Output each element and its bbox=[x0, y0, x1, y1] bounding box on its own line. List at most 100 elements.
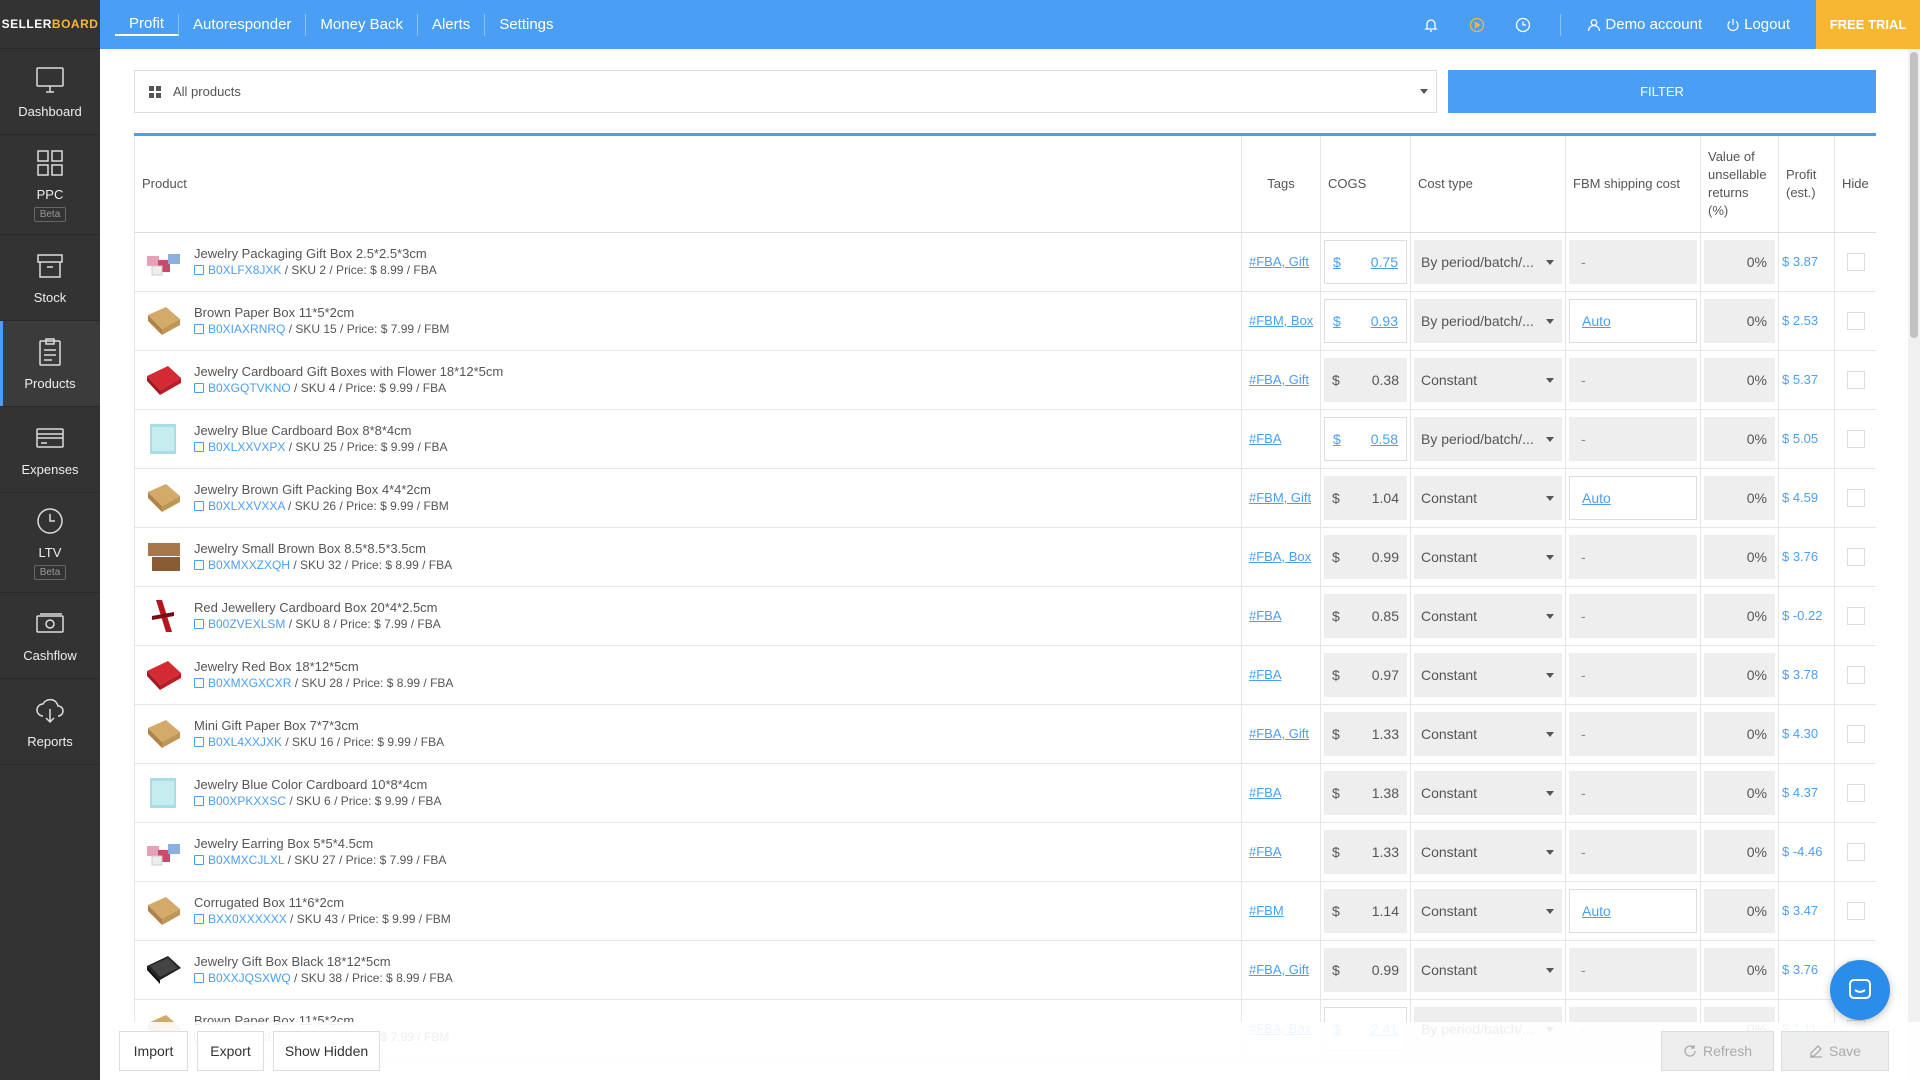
profit-value[interactable]: $ 3.47 bbox=[1778, 881, 1835, 941]
col-unsellable[interactable]: Value of unsellable returns (%) bbox=[1700, 136, 1779, 233]
copy-icon[interactable] bbox=[194, 500, 204, 511]
cost-type-select[interactable]: Constant bbox=[1414, 475, 1562, 520]
cost-type-select[interactable]: Constant bbox=[1414, 593, 1562, 638]
tags-link[interactable]: #FBM, Gift bbox=[1245, 490, 1311, 505]
asin-link[interactable]: B0XMXCJLXL bbox=[208, 853, 284, 867]
product-thumbnail[interactable] bbox=[144, 301, 184, 341]
export-button[interactable]: Export bbox=[197, 1031, 264, 1071]
col-fbm-shipping[interactable]: FBM shipping cost bbox=[1565, 136, 1701, 233]
fbm-shipping-field[interactable]: Auto bbox=[1569, 475, 1697, 520]
unsellable-field[interactable]: 0% bbox=[1704, 475, 1775, 520]
asin-link[interactable]: B0XLFX8JXK bbox=[208, 263, 281, 277]
product-thumbnail[interactable] bbox=[144, 714, 184, 754]
video-button[interactable] bbox=[1454, 0, 1500, 49]
fbm-shipping-field[interactable]: - bbox=[1569, 593, 1697, 638]
cost-type-select[interactable]: Constant bbox=[1414, 770, 1562, 815]
cost-type-select[interactable]: Constant bbox=[1414, 947, 1562, 992]
hide-checkbox[interactable] bbox=[1846, 842, 1865, 861]
sidebar-item-ltv[interactable]: LTV Beta bbox=[0, 493, 100, 593]
col-cost-type[interactable]: Cost type bbox=[1410, 136, 1566, 233]
cost-type-select[interactable]: Constant bbox=[1414, 888, 1562, 933]
tags-link[interactable]: #FBA, Gift bbox=[1245, 726, 1309, 741]
profit-value[interactable]: $ 3.87 bbox=[1778, 232, 1835, 292]
unsellable-field[interactable]: 0% bbox=[1704, 593, 1775, 638]
product-thumbnail[interactable] bbox=[144, 537, 184, 577]
col-profit[interactable]: Profit (est.) bbox=[1778, 136, 1835, 233]
tags-link[interactable]: #FBA bbox=[1245, 667, 1282, 682]
tags-link[interactable]: #FBA, Gift bbox=[1245, 372, 1309, 387]
unsellable-field[interactable]: 0% bbox=[1704, 711, 1775, 756]
profit-value[interactable]: $ 3.76 bbox=[1778, 527, 1835, 587]
product-thumbnail[interactable] bbox=[144, 655, 184, 695]
hide-checkbox[interactable] bbox=[1846, 252, 1865, 271]
unsellable-field[interactable]: 0% bbox=[1704, 239, 1775, 284]
unsellable-field[interactable]: 0% bbox=[1704, 534, 1775, 579]
product-thumbnail[interactable] bbox=[144, 419, 184, 459]
product-thumbnail[interactable] bbox=[144, 242, 184, 282]
profit-value[interactable]: $ 4.59 bbox=[1778, 468, 1835, 528]
cogs-field[interactable]: $0.97 bbox=[1324, 652, 1407, 697]
unsellable-field[interactable]: 0% bbox=[1704, 298, 1775, 343]
sidebar-item-dashboard[interactable]: Dashboard bbox=[0, 49, 100, 135]
copy-icon[interactable] bbox=[194, 913, 204, 924]
unsellable-field[interactable]: 0% bbox=[1704, 416, 1775, 461]
hide-checkbox[interactable] bbox=[1846, 547, 1865, 566]
product-thumbnail[interactable] bbox=[144, 832, 184, 872]
hide-checkbox[interactable] bbox=[1846, 606, 1865, 625]
hide-checkbox[interactable] bbox=[1846, 488, 1865, 507]
cogs-field[interactable]: $1.04 bbox=[1324, 475, 1407, 520]
asin-link[interactable]: B0XMXGXCXR bbox=[208, 676, 291, 690]
fbm-shipping-field[interactable]: - bbox=[1569, 770, 1697, 815]
nav-alerts[interactable]: Alerts bbox=[418, 13, 486, 36]
asin-link[interactable]: B0XLXXVXPX bbox=[208, 440, 285, 454]
unsellable-field[interactable]: 0% bbox=[1704, 357, 1775, 402]
sidebar-item-reports[interactable]: Reports bbox=[0, 679, 100, 765]
hide-checkbox[interactable] bbox=[1846, 901, 1865, 920]
asin-link[interactable]: B0XXJQSXWQ bbox=[208, 971, 291, 985]
asin-link[interactable]: B00ZVEXLSM bbox=[208, 617, 285, 631]
asin-link[interactable]: B0XIAXRNRQ bbox=[208, 322, 285, 336]
cost-type-select[interactable]: By period/batch/... bbox=[1414, 239, 1562, 284]
asin-link[interactable]: B0XLXXVXXA bbox=[208, 499, 285, 513]
sidebar-item-products[interactable]: Products bbox=[0, 321, 100, 407]
cogs-field[interactable]: $0.38 bbox=[1324, 357, 1407, 402]
hide-checkbox[interactable] bbox=[1846, 370, 1865, 389]
tags-link[interactable]: #FBA, Gift bbox=[1245, 254, 1309, 269]
unsellable-field[interactable]: 0% bbox=[1704, 829, 1775, 874]
profit-value[interactable]: $ 4.37 bbox=[1778, 763, 1835, 823]
tags-link[interactable]: #FBA bbox=[1245, 844, 1282, 859]
cogs-field[interactable]: $1.14 bbox=[1324, 888, 1407, 933]
sidebar-item-stock[interactable]: Stock bbox=[0, 235, 100, 321]
unsellable-field[interactable]: 0% bbox=[1704, 888, 1775, 933]
fbm-shipping-field[interactable]: - bbox=[1569, 239, 1697, 284]
fbm-shipping-field[interactable]: - bbox=[1569, 829, 1697, 874]
fbm-shipping-field[interactable]: - bbox=[1569, 947, 1697, 992]
cogs-field[interactable]: $0.99 bbox=[1324, 534, 1407, 579]
nav-autoresponder[interactable]: Autoresponder bbox=[179, 13, 307, 36]
product-filter-select[interactable]: All products bbox=[134, 70, 1437, 113]
sidebar-item-cashflow[interactable]: Cashflow bbox=[0, 593, 100, 679]
cost-type-select[interactable]: Constant bbox=[1414, 711, 1562, 756]
cogs-field[interactable]: $0.75 bbox=[1324, 239, 1407, 284]
unsellable-field[interactable]: 0% bbox=[1704, 770, 1775, 815]
unsellable-field[interactable]: 0% bbox=[1704, 652, 1775, 697]
cost-type-select[interactable]: By period/batch/... bbox=[1414, 298, 1562, 343]
profit-value[interactable]: $ 4.30 bbox=[1778, 704, 1835, 764]
asin-link[interactable]: BXX0XXXXXX bbox=[208, 912, 287, 926]
profit-value[interactable]: $ 3.76 bbox=[1778, 940, 1835, 1000]
fbm-shipping-field[interactable]: - bbox=[1569, 357, 1697, 402]
profit-value[interactable]: $ 3.78 bbox=[1778, 645, 1835, 705]
cogs-field[interactable]: $0.99 bbox=[1324, 947, 1407, 992]
profit-value[interactable]: $ 5.05 bbox=[1778, 409, 1835, 469]
copy-icon[interactable] bbox=[194, 441, 204, 452]
cogs-field[interactable]: $0.93 bbox=[1324, 298, 1407, 343]
account-link[interactable]: Demo account bbox=[1575, 0, 1714, 49]
asin-link[interactable]: B00XPKXXSC bbox=[208, 794, 286, 808]
cogs-field[interactable]: $1.33 bbox=[1324, 711, 1407, 756]
profit-value[interactable]: $ 2.53 bbox=[1778, 291, 1835, 351]
scrollbar-thumb[interactable] bbox=[1910, 52, 1918, 338]
hide-checkbox[interactable] bbox=[1846, 783, 1865, 802]
tags-link[interactable]: #FBM bbox=[1245, 903, 1284, 918]
cogs-field[interactable]: $0.58 bbox=[1324, 416, 1407, 461]
fbm-shipping-field[interactable]: Auto bbox=[1569, 888, 1697, 933]
